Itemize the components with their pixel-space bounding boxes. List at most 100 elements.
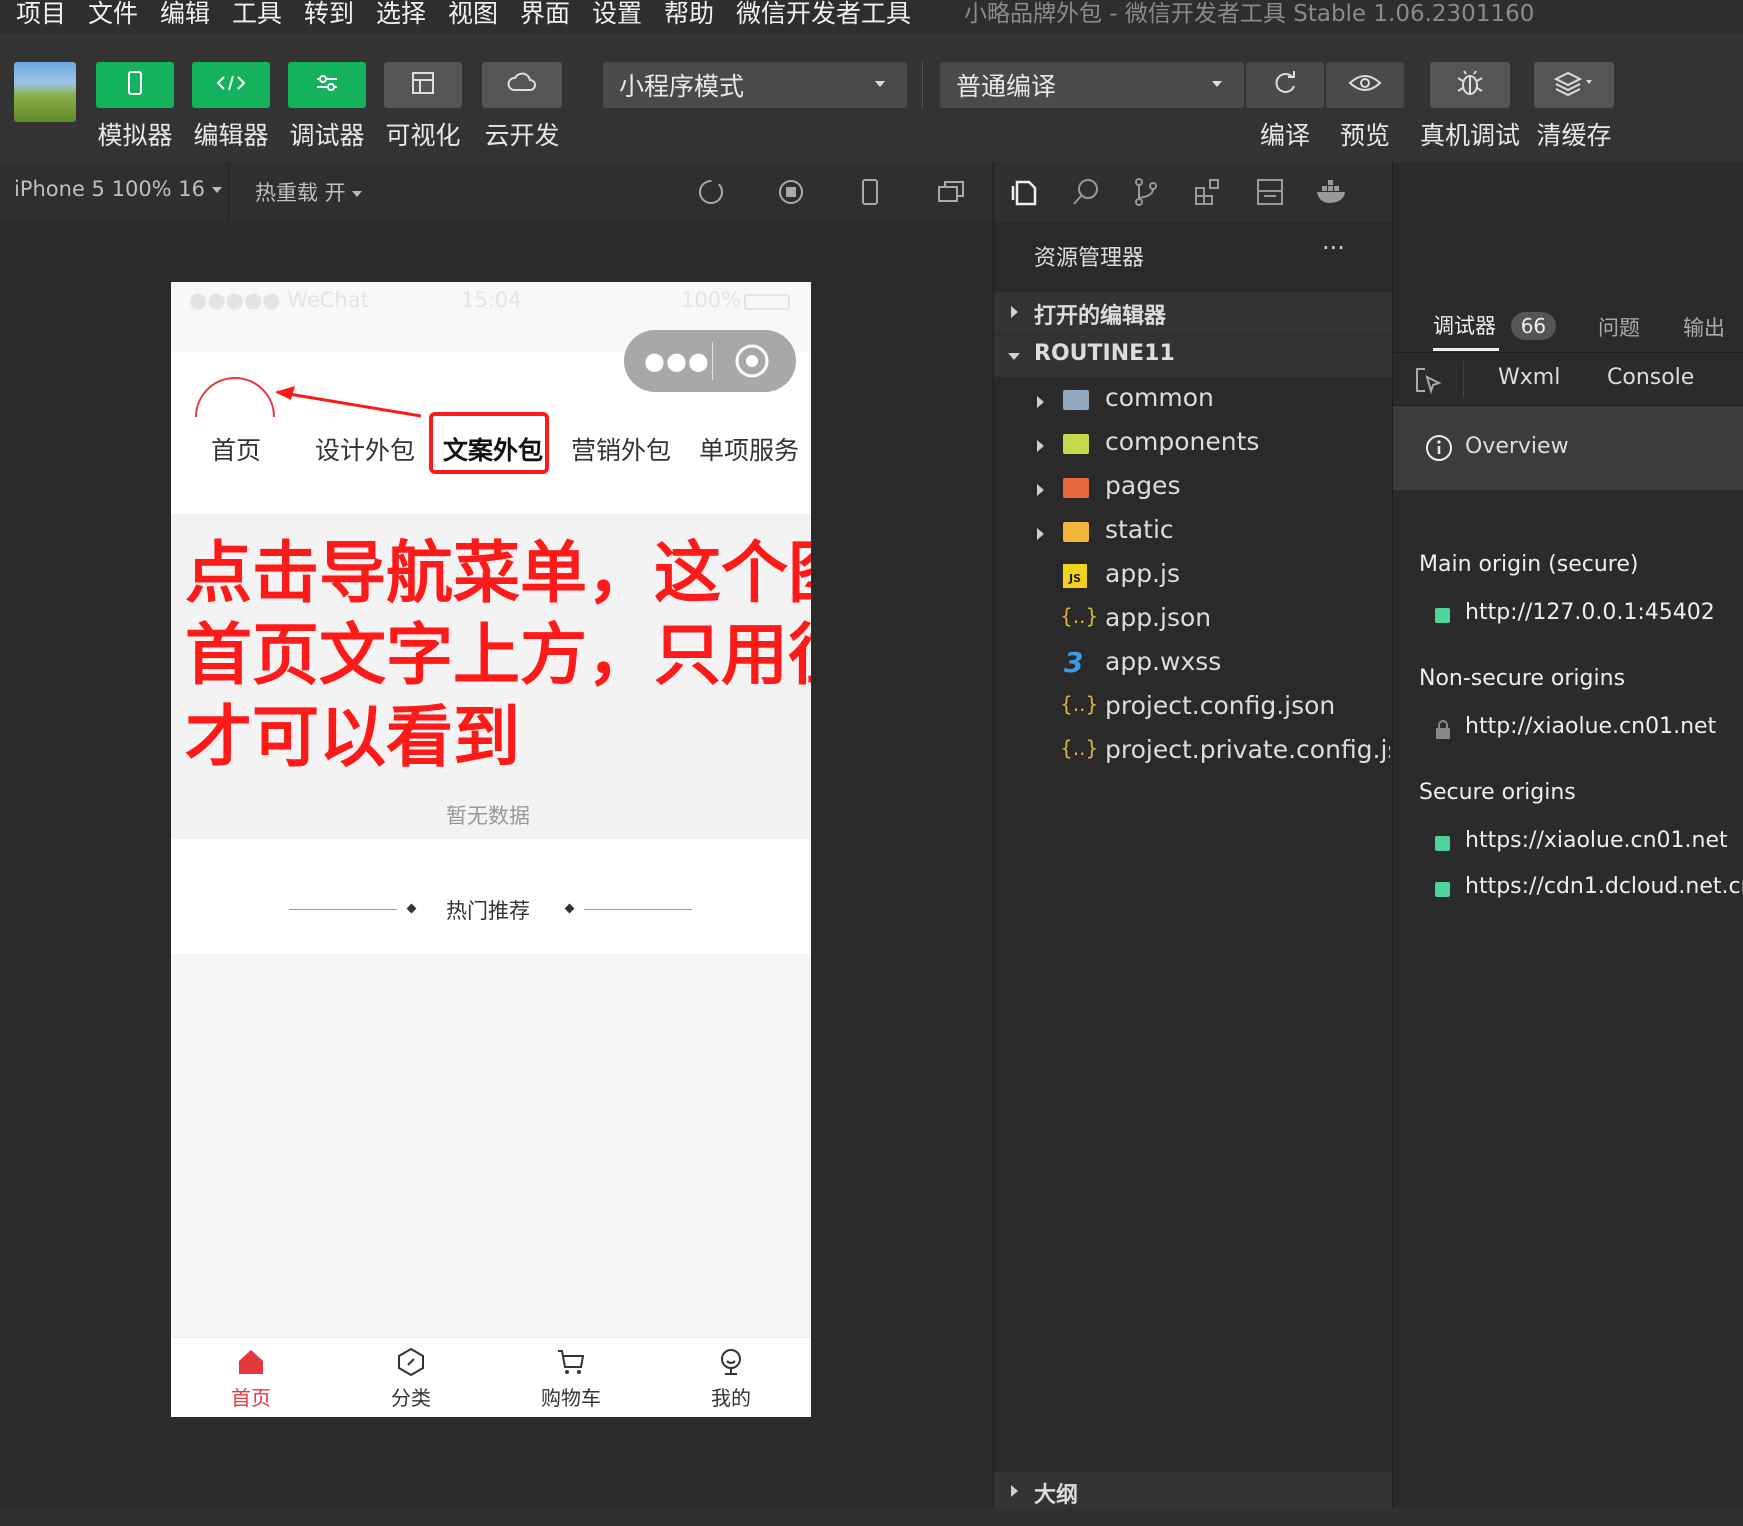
tree-item[interactable]: {..} app.json bbox=[994, 600, 1392, 644]
menu-item-settings[interactable]: 设置 bbox=[592, 0, 642, 30]
bottom-tab-label: 首页 bbox=[231, 1386, 271, 1410]
menu-item-select[interactable]: 选择 bbox=[376, 0, 426, 30]
search-icon[interactable] bbox=[1070, 176, 1102, 212]
source-control-icon[interactable] bbox=[1130, 176, 1162, 212]
files-icon[interactable] bbox=[1008, 176, 1040, 212]
more-icon[interactable]: ··· bbox=[1322, 234, 1345, 262]
main-origin-link[interactable]: http://127.0.0.1:45402 bbox=[1465, 600, 1715, 625]
storage-icon[interactable] bbox=[1254, 176, 1286, 212]
explorer-title: 资源管理器 bbox=[1034, 246, 1145, 271]
editor-button[interactable] bbox=[192, 62, 270, 108]
hot-reload-value: 热重载 开 bbox=[255, 181, 346, 205]
subtab-console[interactable]: Console bbox=[1607, 365, 1694, 390]
tree-item[interactable]: common bbox=[994, 380, 1392, 424]
diamond-icon bbox=[406, 903, 417, 914]
battery-icon bbox=[744, 294, 790, 310]
hot-reload-toggle[interactable]: 热重载 开 bbox=[255, 177, 363, 207]
clear-cache-button[interactable] bbox=[1534, 62, 1614, 108]
outline-label: 大纲 bbox=[1034, 1483, 1079, 1508]
remote-debug-label: 真机调试 bbox=[1420, 121, 1521, 150]
cloud-label: 云开发 bbox=[484, 121, 560, 150]
avatar[interactable] bbox=[14, 62, 76, 122]
tree-item[interactable]: JS app.js bbox=[994, 556, 1392, 600]
layout-icon bbox=[410, 71, 436, 99]
remote-debug-button[interactable] bbox=[1430, 62, 1510, 108]
compile-button[interactable] bbox=[1246, 62, 1324, 108]
extensions-icon[interactable] bbox=[1192, 176, 1224, 212]
debugger-subtabs: Wxml Console bbox=[1393, 353, 1743, 406]
active-tab-indicator bbox=[1433, 348, 1499, 351]
rotate-icon[interactable] bbox=[697, 178, 725, 210]
debugger-top-empty bbox=[1393, 162, 1743, 300]
debugger-button[interactable] bbox=[288, 62, 366, 108]
tree-item[interactable]: {..} project.config.json bbox=[994, 688, 1392, 732]
inspect-icon[interactable] bbox=[1413, 365, 1443, 399]
bottom-tab-home[interactable]: 首页 bbox=[211, 1346, 291, 1411]
tab-single-service[interactable]: 单项服务 bbox=[699, 431, 799, 467]
menu-item-view[interactable]: 视图 bbox=[448, 0, 498, 30]
empty-text: 暂无数据 bbox=[446, 804, 530, 828]
tab-marketing[interactable]: 营销外包 bbox=[571, 431, 671, 467]
tree-item-label: app.json bbox=[1105, 603, 1212, 632]
menu-item-goto[interactable]: 转到 bbox=[304, 0, 354, 30]
json-file-icon: {..} bbox=[1060, 736, 1099, 760]
simulator-button[interactable] bbox=[96, 62, 174, 108]
mode-select[interactable]: 小程序模式 bbox=[603, 62, 907, 108]
tab-debugger-label: 调试器 bbox=[1433, 314, 1496, 338]
menu-item-interface[interactable]: 界面 bbox=[520, 0, 570, 30]
json-file-icon: {..} bbox=[1060, 604, 1099, 628]
home-icon bbox=[235, 1350, 267, 1382]
device-select[interactable]: iPhone 5 100% 16 bbox=[14, 177, 222, 201]
menu-item-edit[interactable]: 编辑 bbox=[160, 0, 210, 30]
preview-button[interactable] bbox=[1326, 62, 1404, 108]
tree-item[interactable]: {..} project.private.config.js... bbox=[994, 732, 1392, 776]
activity-bar bbox=[994, 162, 1392, 222]
tree-item-label: app.wxss bbox=[1105, 647, 1222, 676]
phone-icon[interactable] bbox=[858, 178, 882, 210]
outline-section[interactable]: 大纲 bbox=[994, 1472, 1392, 1512]
tab-debugger[interactable]: 调试器 66 bbox=[1433, 310, 1557, 340]
capsule-menu[interactable]: ●●● bbox=[624, 330, 796, 392]
menu-item-project[interactable]: 项目 bbox=[16, 0, 66, 30]
secure-title: Secure origins bbox=[1419, 780, 1576, 805]
new-window-icon[interactable] bbox=[936, 178, 966, 210]
annotation-line: 首页文字上方，只用往下拉， bbox=[185, 616, 811, 694]
stop-icon[interactable] bbox=[777, 178, 805, 210]
bottom-tab-mine[interactable]: 我的 bbox=[691, 1346, 771, 1411]
open-editors-section[interactable]: 打开的编辑器 bbox=[994, 292, 1392, 334]
tree-item[interactable]: pages bbox=[994, 468, 1392, 512]
chevron-right-icon bbox=[1037, 528, 1044, 540]
bottom-tab-category[interactable]: 分类 bbox=[371, 1346, 451, 1411]
tree-item[interactable]: static bbox=[994, 512, 1392, 556]
menu-item-help[interactable]: 帮助 bbox=[664, 0, 714, 30]
cloud-button[interactable] bbox=[482, 62, 562, 108]
eye-icon bbox=[1348, 72, 1382, 98]
menu-item-file[interactable]: 文件 bbox=[88, 0, 138, 30]
more-icon[interactable]: ●●● bbox=[644, 347, 710, 375]
tree-item[interactable]: 3 app.wxss bbox=[994, 644, 1392, 688]
tab-design[interactable]: 设计外包 bbox=[315, 431, 415, 467]
bottom-tab-cart[interactable]: 购物车 bbox=[531, 1346, 611, 1411]
visual-button[interactable] bbox=[384, 62, 462, 108]
folder-static-icon bbox=[1063, 522, 1089, 542]
secure-link[interactable]: https://cdn1.dcloud.net.cn bbox=[1465, 874, 1743, 899]
subtab-wxml[interactable]: Wxml bbox=[1498, 365, 1560, 390]
secure-link[interactable]: https://xiaolue.cn01.net bbox=[1465, 828, 1728, 853]
json-file-icon: {..} bbox=[1060, 692, 1099, 716]
mode-select-value: 小程序模式 bbox=[619, 72, 745, 101]
non-secure-link[interactable]: http://xiaolue.cn01.net bbox=[1465, 714, 1716, 739]
project-section[interactable]: ROUTINE11 bbox=[994, 335, 1392, 377]
tab-output[interactable]: 输出 bbox=[1683, 312, 1725, 342]
overview-item[interactable]: Overview bbox=[1393, 406, 1743, 490]
close-mini-icon[interactable] bbox=[734, 343, 770, 383]
tree-item[interactable]: components bbox=[994, 424, 1392, 468]
menu-item-devtools[interactable]: 微信开发者工具 bbox=[736, 0, 911, 30]
tree-item-label: project.config.json bbox=[1105, 691, 1336, 720]
tree-item-label: components bbox=[1105, 427, 1260, 456]
compile-select[interactable]: 普通编译 bbox=[940, 62, 1244, 108]
docker-icon[interactable] bbox=[1314, 176, 1350, 212]
menu-item-tools[interactable]: 工具 bbox=[232, 0, 282, 30]
tab-home[interactable]: 首页 bbox=[211, 431, 261, 467]
explorer-panel: 资源管理器 ··· 打开的编辑器 ROUTINE11 common compon… bbox=[993, 162, 1392, 1512]
tab-issues[interactable]: 问题 bbox=[1598, 312, 1640, 342]
